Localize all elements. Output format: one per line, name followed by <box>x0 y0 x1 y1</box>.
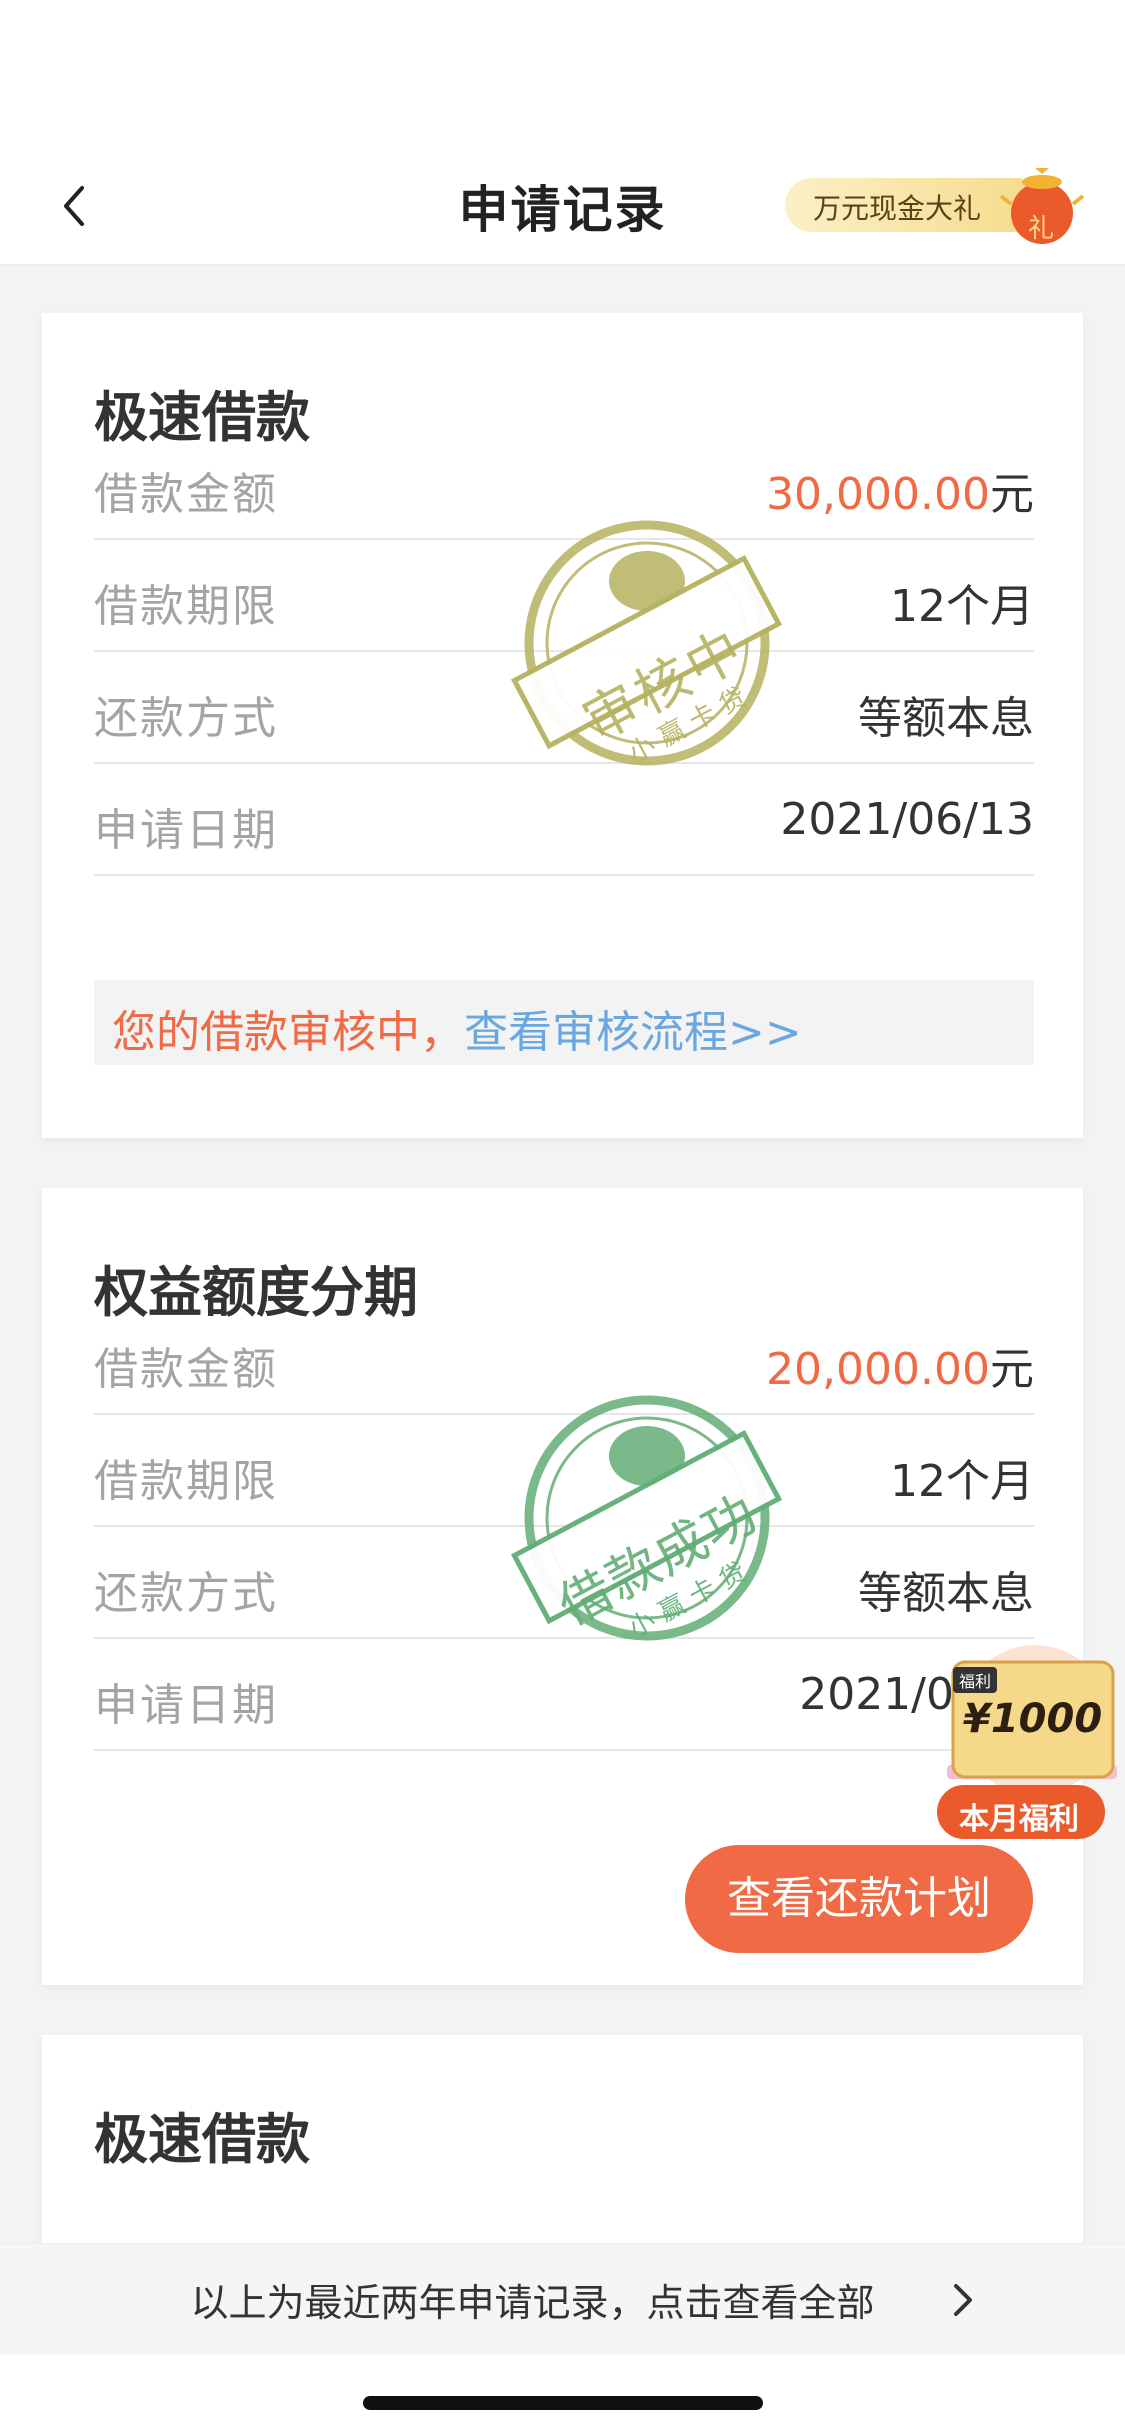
welfare-amount: ¥1000 <box>963 1696 1103 1742</box>
row-value: 2021/06/13 <box>780 794 1034 845</box>
view-all-records-bar[interactable]: 以上为最近两年申请记录，点击查看全部 <box>0 2243 1125 2355</box>
card-title: 极速借款 <box>94 2108 310 2171</box>
row-label: 借款金额 <box>94 469 278 520</box>
view-repayment-plan-button[interactable]: 查看还款计划 <box>685 1845 1033 1953</box>
row-value: 2021/0 <box>799 1669 954 1720</box>
row-value: 等额本息 <box>858 693 1034 744</box>
row-label: 还款方式 <box>94 693 278 744</box>
notice-message: 您的借款审核中， <box>112 1007 464 1058</box>
application-date-row: 申请日期 2021/06/13 <box>94 764 1034 876</box>
welfare-tag: 福利 <box>953 1667 998 1693</box>
loan-amount: 20,000.00 <box>766 1344 990 1395</box>
bottom-safe-area <box>0 2355 1125 2435</box>
chevron-right-icon <box>954 2284 972 2316</box>
status-bar <box>0 0 1125 150</box>
application-card: 权益额度分期 借款金额 20,000.00元 借款期限 12个月 还款方式 等额… <box>42 1188 1083 1985</box>
promo-bag-char: 礼 <box>1028 214 1055 244</box>
loan-amount-row: 借款金额 30,000.00元 <box>94 428 1034 540</box>
application-card: 极速借款 借款金额 30,000.00元 借款期限 12个月 还款方式 等额本息… <box>42 313 1083 1138</box>
row-label: 申请日期 <box>94 1680 278 1731</box>
notice-text: 您的借款审核中，查看审核流程>> <box>112 996 802 1060</box>
monthly-welfare-badge[interactable]: 福利 ¥1000 本月福利 <box>935 1640 1125 1855</box>
row-value: 12个月 <box>890 581 1034 632</box>
loan-term-row: 借款期限 12个月 <box>94 540 1034 652</box>
review-process-link[interactable]: 查看审核流程>> <box>464 1007 802 1058</box>
review-notice: 您的借款审核中，查看审核流程>> <box>94 980 1034 1065</box>
row-value: 20,000.00元 <box>766 1333 1034 1397</box>
loan-amount: 30,000.00 <box>766 469 990 520</box>
home-indicator <box>363 2396 763 2410</box>
loan-amount-row: 借款金额 20,000.00元 <box>94 1303 1034 1415</box>
application-date-row: 申请日期 2021/0 <box>94 1639 1034 1751</box>
row-label: 借款期限 <box>94 1456 278 1507</box>
loan-term-row: 借款期限 12个月 <box>94 1415 1034 1527</box>
row-label: 申请日期 <box>94 805 278 856</box>
row-label: 还款方式 <box>94 1568 278 1619</box>
row-value: 12个月 <box>890 1456 1034 1507</box>
row-label: 借款金额 <box>94 1344 278 1395</box>
promo-label: 万元现金大礼 <box>813 192 982 225</box>
welfare-label: 本月福利 <box>959 1802 1079 1837</box>
nav-bar: 申请记录 万元现金大礼 礼 <box>0 150 1125 265</box>
row-value: 等额本息 <box>858 1568 1034 1619</box>
row-value: 30,000.00元 <box>766 458 1034 522</box>
cash-gift-promo-button[interactable]: 万元现金大礼 礼 <box>785 168 1095 244</box>
currency-unit: 元 <box>990 1344 1034 1395</box>
row-label: 借款期限 <box>94 581 278 632</box>
repayment-method-row: 还款方式 等额本息 <box>94 652 1034 764</box>
currency-unit: 元 <box>990 469 1034 520</box>
